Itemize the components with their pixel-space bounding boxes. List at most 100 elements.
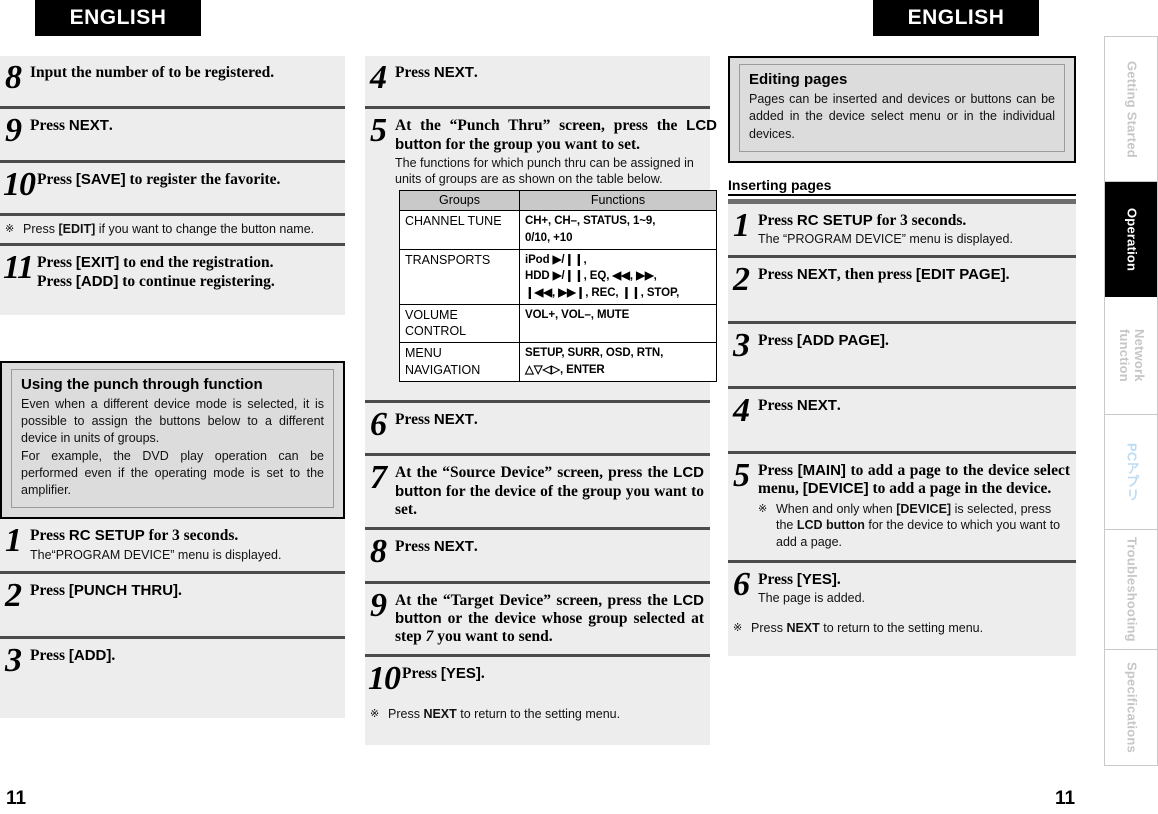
step-text: . [480,665,485,683]
step-title: Press NEXT. [395,64,704,98]
step-text: Press [402,665,441,683]
step-text: to end the registration. [119,254,274,272]
step-text: Press [758,331,797,349]
step-2: 2 Press [PUNCH THRU]. [0,570,345,637]
table-row: TRANSPORTS iPod ▶/❙❙, HDD ▶/❙❙, EQ, ◀◀, … [399,249,717,305]
step-number: 4 [370,59,387,96]
step-number: 5 [733,457,750,495]
note-next-return: ※ Press NEXT to return to the setting me… [728,614,1076,657]
step-text: . [884,331,889,349]
step-text: . [836,571,841,589]
steps-group-punch-thru: 1 Press RC SETUP for 3 seconds. The“PROG… [0,519,345,718]
sidebar-tab-label: PCアプリ [1124,442,1140,502]
step-1: 1 Press RC SETUP for 3 seconds. The “PRO… [728,203,1076,256]
language-banner-right: ENGLISH [873,0,1039,36]
step-title: Press NEXT. [395,411,704,445]
note-edit-button-name: ※ Press [EDIT] if you want to change the… [0,212,345,244]
step-4: 4 Press NEXT. [728,385,1076,452]
button-label: [SAVE] [75,170,126,188]
note-text: Press [EDIT] if you want to change the b… [23,221,337,238]
step-title: Press NEXT. [30,117,339,151]
step-subtext: The“PROGRAM DEVICE” menu is displayed. [30,547,282,562]
button-label: NEXT [796,396,837,414]
table-row: CHANNEL TUNE CH+, CH–, STATUS, 1~9, 0/10… [399,210,717,250]
note-marker-icon: ※ [733,621,743,634]
button-label: NEXT [433,538,474,556]
step-title-line2: Press [ADD] to continue registering. [37,273,339,307]
step-number: 10 [368,660,401,698]
step-number: 7 [370,459,387,497]
step-5: 5 Press [MAIN] to add a page to the devi… [728,451,1076,561]
table-cell-functions: CH+, CH–, STATUS, 1~9, 0/10, +10 [519,210,717,250]
step-number: 11 [3,249,34,287]
sidebar-tab-pc-app[interactable]: PCアプリ [1105,415,1157,530]
step-text: . [473,411,478,429]
sidebar-tab-label: Specifications [1124,662,1140,753]
step-title: Press NEXT. [395,538,704,572]
button-label: NEXT [786,620,820,635]
step-number: 6 [733,566,750,604]
sidebar-tab-getting-started[interactable]: Getting Started [1105,37,1157,182]
note-text: When and only when [DEVICE] is selected,… [776,501,1070,551]
step-text: At the “Source Device” screen, press the [395,464,674,482]
note-text: Press NEXT to return to the setting menu… [751,620,1068,637]
callout-title: Using the punch through function [21,375,263,393]
step-3: 3 Press [ADD]. [0,636,345,718]
sidebar-tab-network-function[interactable]: Network function [1105,297,1157,415]
step-text: Press [758,571,797,589]
step-text: Press [395,64,434,81]
step-text: . [108,117,113,135]
button-label: RC SETUP [796,211,873,229]
button-label: NEXT [68,117,109,135]
sidebar-tab-specifications[interactable]: Specifications [1105,650,1157,765]
table-cell-group: VOLUME CONTROL [399,303,520,344]
button-label: [PUNCH THRU] [68,581,179,599]
step-5: 5 At the “Punch Thru” screen, press the … [365,106,717,401]
callout-paragraph-1: Even when a different device mode is sel… [21,396,324,446]
step-title: Press NEXT, then press [EDIT PAGE]. [758,266,1070,312]
step-title: At the “Source Device” screen, press the… [395,464,704,519]
step-number: 3 [5,642,22,680]
table-header-functions: Functions [519,190,717,212]
table-cell-functions: iPod ▶/❙❙, HDD ▶/❙❙, EQ, ◀◀, ▶▶, ❙◀◀, ▶▶… [519,249,717,305]
column-middle: 4 Press NEXT. 5 At the “Punch Thru” scre… [365,56,717,745]
step-text: for the device of the group you want to … [395,482,704,518]
manual-page: ENGLISH ENGLISH 8 Input the number of to… [0,0,1158,814]
table-cell-group: TRANSPORTS [399,249,520,305]
step-text: Press [30,117,69,135]
step-title: Press [ADD]. [30,647,339,709]
sidebar-tab-label: Troubleshooting [1124,537,1140,642]
button-label: [ADD] [75,272,119,290]
column-left: 8 Input the number of to be registered. … [0,56,345,718]
note-text: Press NEXT to return to the setting menu… [388,706,702,723]
table-row: VOLUME CONTROL VOL+, VOL–, MUTE [399,303,717,344]
sidebar-tab-label: Getting Started [1124,60,1140,158]
sidebar-tab-troubleshooting[interactable]: Troubleshooting [1105,530,1157,650]
step-text: to register the favorite. [125,170,281,188]
step-number: 2 [733,261,750,299]
callout-paragraph-2: For example, the DVD play operation can … [21,448,324,498]
step-text: Press [758,396,797,414]
sidebar-tab-operation[interactable]: Operation [1105,182,1157,297]
button-label: [EDIT] [58,221,96,236]
step-title: Press [MAIN] to add a page to the device… [758,462,1070,499]
table-cell-functions: VOL+, VOL–, MUTE [519,303,717,344]
step-text: At the “Punch Thru” screen, press the [395,117,687,135]
step-number: 9 [370,586,387,624]
step-subtext: The page is added. [758,591,866,606]
step-subtext: The functions for which punch thru can b… [395,155,694,187]
step-text: Press [758,211,797,229]
step-number: 8 [5,59,22,96]
callout-punch-through: Using the punch through function Even wh… [0,360,345,520]
step-10: 10 Press [YES]. [365,654,710,702]
step-text: . [836,396,841,414]
step-text: . [473,64,478,81]
note-text-a: When and only when [776,501,897,516]
step-text: . [111,647,116,665]
step-text: Input the number of to be registered. [30,64,275,81]
step-text: Press [758,266,797,284]
step-title: Press NEXT. [758,397,1070,443]
table-header-groups: Groups [399,190,520,212]
step-number: 9 [5,112,22,150]
step-text: for the group you want to set. [441,135,640,153]
